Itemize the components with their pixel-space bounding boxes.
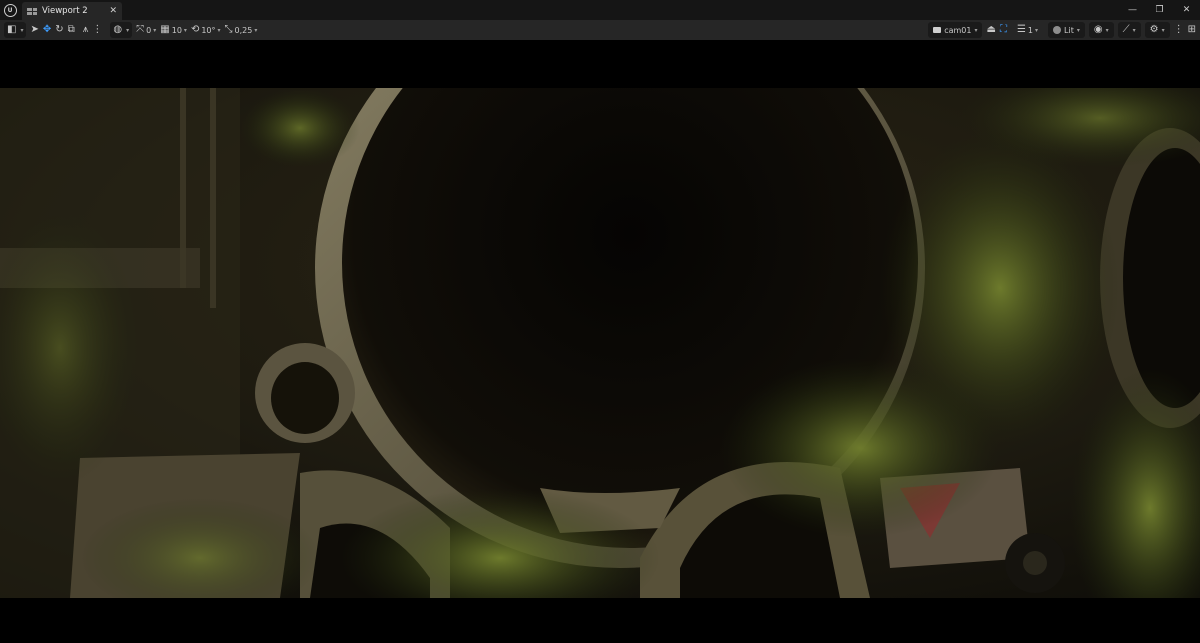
- settings-dropdown[interactable]: ⚙ ▾: [1144, 22, 1170, 38]
- tab-viewport[interactable]: Viewport 2 ✕: [22, 2, 122, 20]
- surface-snapping-icon: ⤧: [136, 24, 145, 35]
- select-mode-dropdown[interactable]: ◧ ▾: [4, 22, 27, 38]
- close-button[interactable]: ✕: [1173, 5, 1200, 15]
- window-controls: — ❐ ✕: [1119, 0, 1200, 20]
- chevron-down-icon: ▾: [183, 26, 187, 34]
- camera-dropdown[interactable]: cam01 ▾: [928, 22, 983, 38]
- scale-snap-icon: ⤡: [224, 24, 233, 35]
- unreal-logo-icon[interactable]: U: [0, 0, 20, 20]
- lit-icon: [1053, 26, 1062, 34]
- chevron-down-icon: ▾: [974, 26, 978, 34]
- grid-snap-toggle[interactable]: ⤧ 0 ▾: [136, 25, 156, 35]
- scene-render[interactable]: [0, 88, 1200, 598]
- grid-size-value: 10: [171, 25, 182, 35]
- kebab-menu-icon[interactable]: ⋮: [1174, 25, 1184, 35]
- grid-icon: ▦: [160, 24, 170, 35]
- scene-illustration: [0, 88, 1200, 598]
- cursor-icon[interactable]: ➤: [30, 25, 38, 35]
- title-bar: U Viewport 2 ✕ — ❐ ✕: [0, 0, 1200, 20]
- world-coords-dropdown[interactable]: ◍ ▾: [110, 22, 133, 38]
- chevron-down-icon: ▾: [153, 26, 157, 34]
- camera-speed-dropdown[interactable]: ☰ 1 ▾: [1017, 25, 1038, 35]
- viewport-options: cam01 ▾ ⏏ ⛶ ☰ 1 ▾ Lit ▾ ◉ ▾ ⟋ ▾ ⚙ ▾ ⋮ ⊞: [928, 22, 1196, 38]
- speed-icon: ☰: [1016, 24, 1026, 35]
- realtime-icon: ⟋: [1122, 24, 1130, 35]
- show-dropdown[interactable]: ◉ ▾: [1088, 22, 1114, 38]
- chevron-down-icon: ▾: [254, 26, 258, 34]
- transform-tools: ➤ ✥ ↻ ⧉: [30, 22, 74, 38]
- viewport-canvas[interactable]: [0, 40, 1200, 643]
- chevron-down-icon: ▾: [1076, 26, 1080, 34]
- lit-label: Lit: [1064, 25, 1074, 35]
- snap-values: ⤧ 0 ▾ ▦ 10 ▾ ⟲ 10° ▾ ⤡ 0,25 ▾: [136, 22, 257, 38]
- eye-icon: ◉: [1093, 24, 1103, 35]
- layout-icon[interactable]: ⊞: [1188, 25, 1196, 35]
- scale-snap-toggle[interactable]: ⤡ 0,25 ▾: [225, 25, 258, 35]
- chevron-down-icon: ▾: [1132, 26, 1136, 34]
- chevron-down-icon: ▾: [1161, 26, 1165, 34]
- viewport-toolbar: ◧ ▾ ➤ ✥ ↻ ⧉ ⩚ ⋮ ◍ ▾ ⤧ 0 ▾ ▦ 10 ▾ ⟲ 10° ▾ ⤡ 0,25 ▾ …: [0, 20, 1200, 40]
- kebab-menu-icon[interactable]: ⋮: [92, 25, 102, 35]
- grid-size-toggle[interactable]: ▦ 10 ▾: [160, 25, 187, 35]
- tab-label: Viewport 2: [42, 6, 88, 16]
- chevron-down-icon: ▾: [20, 26, 24, 34]
- camera-label: cam01: [944, 25, 972, 35]
- scale-snap-value: 0,25: [234, 25, 253, 35]
- select-mode-icon: ◧: [7, 24, 17, 35]
- snap-tools: ⩚ ⋮: [83, 22, 103, 38]
- minimize-button[interactable]: —: [1119, 5, 1146, 15]
- chevron-down-icon: ▾: [126, 26, 130, 34]
- restore-button[interactable]: ❐: [1146, 5, 1173, 15]
- chevron-down-icon: ▾: [1105, 26, 1109, 34]
- gear-icon: ⚙: [1149, 24, 1159, 35]
- tab-close-icon[interactable]: ✕: [109, 6, 117, 16]
- rotation-snap-icon: ⟲: [190, 24, 200, 35]
- letterbox-bottom: [0, 598, 1200, 643]
- letterbox-top: [0, 40, 1200, 88]
- rotation-snap-value: 10°: [201, 25, 216, 35]
- eject-icon[interactable]: ⏏: [986, 25, 995, 35]
- speed-value: 1: [1027, 25, 1033, 35]
- camera-icon: [933, 27, 942, 33]
- scale-icon[interactable]: ⧉: [68, 25, 75, 35]
- rotation-snap-toggle[interactable]: ⟲ 10° ▾: [191, 25, 221, 35]
- viewport-tab-icon: [27, 7, 37, 15]
- pilot-icon[interactable]: ⛶: [1000, 25, 1007, 35]
- chevron-down-icon: ▾: [1035, 26, 1039, 34]
- surface-snap-icon[interactable]: ⩚: [83, 25, 89, 35]
- grid-snap-value: 0: [146, 25, 152, 35]
- chevron-down-icon: ▾: [217, 26, 221, 34]
- move-icon[interactable]: ✥: [43, 25, 51, 35]
- view-mode-dropdown[interactable]: Lit ▾: [1048, 22, 1085, 38]
- rotate-icon[interactable]: ↻: [55, 25, 63, 35]
- world-coords-icon: ◍: [113, 24, 123, 35]
- realtime-dropdown[interactable]: ⟋ ▾: [1117, 22, 1141, 38]
